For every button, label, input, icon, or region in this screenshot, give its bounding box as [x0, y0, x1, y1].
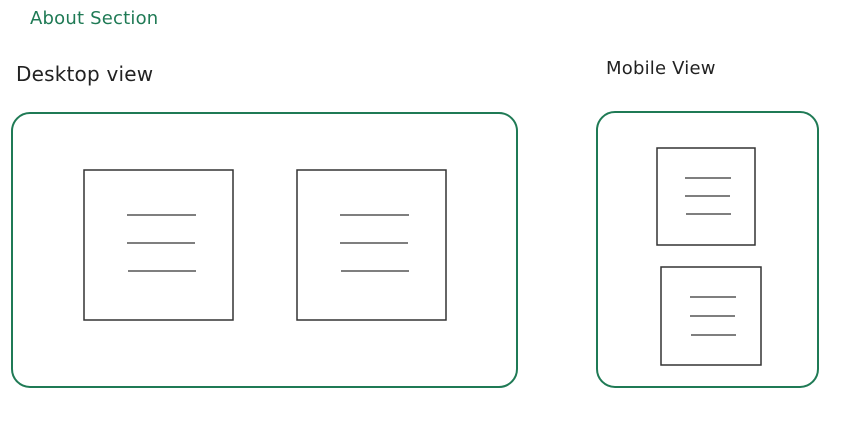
desktop-card-left: [83, 169, 234, 321]
mobile-frame: [596, 111, 819, 388]
desktop-frame: [11, 112, 518, 388]
mobile-card-bottom: [660, 266, 762, 366]
wireframe-sketch: [11, 111, 819, 388]
desktop-card-right: [296, 169, 447, 321]
mobile-card-top: [656, 147, 756, 246]
